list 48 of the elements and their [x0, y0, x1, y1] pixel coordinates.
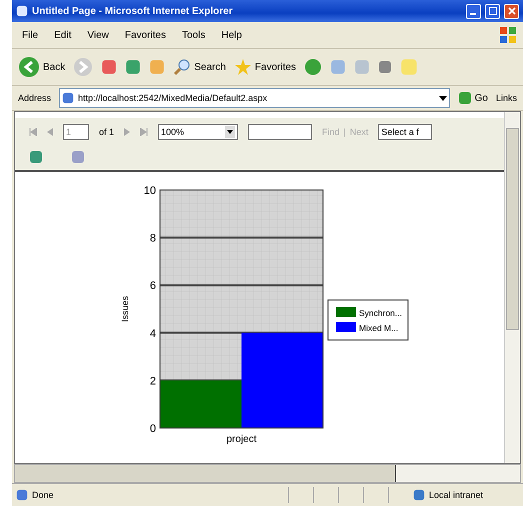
y-tick-label: 0: [149, 423, 156, 435]
legend-label: Synchron...: [358, 308, 402, 318]
status-text: Done: [32, 490, 55, 500]
export-format-dropdown[interactable]: Select a f: [378, 124, 432, 140]
window-title: Untitled Page - Microsoft Internet Explorer: [32, 6, 234, 16]
page-count: of 1: [99, 127, 114, 137]
previous-page-icon[interactable]: [47, 128, 53, 136]
search-icon: [173, 58, 192, 76]
menu-item[interactable]: Tools: [178, 30, 210, 40]
y-tick-label: 10: [143, 185, 156, 197]
y-tick-label: 6: [149, 280, 156, 292]
go-button[interactable]: Go: [458, 91, 488, 105]
address-label: Address: [18, 93, 52, 103]
maximize-icon: [488, 7, 496, 15]
close-button[interactable]: [504, 4, 519, 18]
menu-item[interactable]: Edit: [50, 30, 76, 40]
zoom-dropdown[interactable]: 100%: [158, 124, 238, 140]
legend-label: Mixed M...: [358, 323, 398, 333]
menu-item[interactable]: Help: [217, 30, 246, 40]
search-button[interactable]: Search: [173, 58, 226, 76]
minimize-button[interactable]: [466, 4, 481, 18]
y-axis-label: Issues: [120, 296, 130, 322]
address-field[interactable]: http://localhost:2542/MixedMedia/Default2.aspx: [59, 88, 450, 108]
back-button[interactable]: Back: [18, 56, 66, 78]
y-tick-label: 8: [149, 232, 156, 245]
links-label[interactable]: Links: [496, 93, 517, 103]
find-field[interactable]: [248, 124, 312, 140]
next-page-icon[interactable]: [124, 128, 130, 136]
x-axis-label: project: [226, 434, 256, 445]
first-page-icon[interactable]: [29, 128, 37, 136]
close-icon: [508, 7, 516, 15]
star-icon: [234, 58, 252, 76]
menu-item[interactable]: File: [18, 30, 42, 40]
dropdown-icon: [225, 126, 236, 138]
zone-text: Local intranet: [429, 490, 484, 500]
flag-logo-icon: [499, 26, 517, 44]
y-tick-label: 4: [149, 328, 156, 340]
favorites-button[interactable]: Favorites: [234, 58, 296, 76]
maximize-button[interactable]: [485, 4, 500, 18]
dropdown-icon: [438, 94, 447, 102]
forward-button[interactable]: [73, 57, 94, 77]
menu-item[interactable]: Favorites: [120, 30, 170, 40]
y-tick-label: 2: [149, 375, 156, 388]
horizontal-scrollbar[interactable]: [14, 464, 521, 483]
menu-item[interactable]: View: [83, 30, 113, 40]
vertical-scrollbar[interactable]: [504, 112, 520, 463]
last-page-icon[interactable]: [140, 128, 148, 136]
separator-text: |: [344, 127, 346, 137]
